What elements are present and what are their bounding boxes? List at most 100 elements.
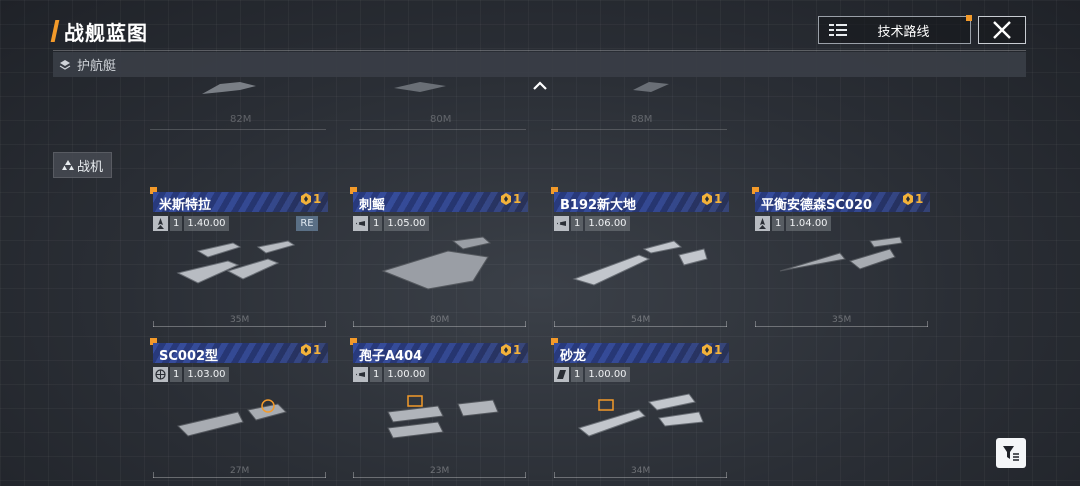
ship-count: 1 <box>500 192 521 206</box>
ship-image <box>368 382 518 454</box>
ship-blueprint-image <box>177 399 287 437</box>
blueprint-value: 1.05.00 <box>384 216 429 231</box>
frigate-remnant-1: 82M <box>150 78 326 130</box>
count-value: 1 <box>714 192 723 206</box>
blueprint-value: 1.04.00 <box>786 216 831 231</box>
count-value: 1 <box>313 343 322 357</box>
class-level: 1 <box>370 216 383 231</box>
title-divider <box>53 50 1026 51</box>
rocket-icon <box>755 216 770 231</box>
count-value: 1 <box>513 343 522 357</box>
ship-stats: 1 1.03.00 <box>153 367 229 382</box>
filter-icon <box>1003 446 1019 461</box>
ship-count: 1 <box>300 343 321 357</box>
ship-class-icon <box>554 216 569 231</box>
card-bottom-rule <box>353 321 526 327</box>
card-bottom-rule <box>153 472 326 478</box>
class-level: 1 <box>571 216 584 231</box>
ship-stats: 1 1.04.00 <box>755 216 831 231</box>
ship-length: 23M <box>430 466 450 476</box>
section-header-frigate[interactable]: 护航艇 <box>53 52 1026 77</box>
page-title: 战舰蓝图 <box>64 20 148 45</box>
ship-stats: 1 1.05.00 <box>353 216 429 231</box>
ship-name: SC002型 <box>159 349 219 364</box>
fighter-card[interactable]: 米斯特拉 1 1 1.40.00 RE 35M <box>150 187 328 327</box>
medal-icon <box>702 193 712 205</box>
tech-route-label: 技术路线 <box>877 24 930 40</box>
count-value: 1 <box>915 192 924 206</box>
re-badge: RE <box>296 216 318 231</box>
globe-icon <box>153 367 168 382</box>
ship-blueprint-image <box>572 240 708 286</box>
fighter-card[interactable]: 砂龙 1 1 1.00.00 34M <box>551 338 729 478</box>
filter-button[interactable] <box>996 438 1026 468</box>
count-value: 1 <box>313 192 322 206</box>
remnant-length: 82M <box>230 114 252 125</box>
medal-icon <box>501 344 511 356</box>
ship-length: 54M <box>631 315 651 325</box>
page-title-bar: 战舰蓝图 <box>50 16 148 46</box>
class-level: 1 <box>370 367 383 382</box>
close-button[interactable] <box>978 16 1026 44</box>
class-level: 1 <box>571 367 584 382</box>
ship-silhouette <box>202 82 256 94</box>
ship-image <box>168 382 318 454</box>
medal-icon <box>301 193 311 205</box>
ship-length: 34M <box>631 466 651 476</box>
count-value: 1 <box>513 192 522 206</box>
close-icon <box>993 21 1011 39</box>
ship-name: 砂龙 <box>560 349 587 364</box>
fighter-card[interactable]: SC002型 1 1 1.03.00 27M <box>150 338 328 478</box>
medal-icon <box>702 344 712 356</box>
notification-dot <box>966 15 972 21</box>
card-bottom-rule <box>755 321 928 327</box>
ship-count: 1 <box>902 192 923 206</box>
ship-length: 35M <box>230 315 250 325</box>
ship-blueprint-image <box>381 236 492 290</box>
ship-count: 1 <box>701 343 722 357</box>
tech-route-button[interactable]: 技术路线 <box>818 15 972 44</box>
ship-count: 1 <box>300 192 321 206</box>
ship-class-icon <box>353 367 368 382</box>
blueprint-value: 1.06.00 <box>585 216 630 231</box>
ship-name: 刺鳐 <box>359 198 386 213</box>
medal-icon <box>903 193 913 205</box>
remnant-length: 88M <box>631 114 653 125</box>
fighter-card[interactable]: 刺鳐 1 1 1.05.00 80M <box>350 187 528 327</box>
ship-blueprint-image <box>577 393 704 437</box>
blueprint-value: 1.03.00 <box>184 367 229 382</box>
ship-count: 1 <box>500 343 521 357</box>
fighter-group-icon <box>61 159 74 170</box>
ship-image <box>569 231 719 303</box>
chevron-up-icon[interactable] <box>531 80 549 92</box>
frigate-remnant-2: 80M <box>350 78 526 130</box>
ship-image <box>770 231 920 303</box>
card-bottom-rule <box>353 472 526 478</box>
layers-icon <box>59 59 71 70</box>
title-accent-bar <box>50 20 60 42</box>
section-label-frigate: 护航艇 <box>77 59 117 74</box>
ship-silhouette <box>394 82 446 92</box>
ship-silhouette <box>633 82 669 92</box>
ship-name: B192新大地 <box>560 198 637 213</box>
remnant-length: 80M <box>430 114 452 125</box>
blueprint-value: 1.00.00 <box>384 367 429 382</box>
class-level: 1 <box>772 216 785 231</box>
ship-count: 1 <box>701 192 722 206</box>
frigate-remnant-3: 88M <box>551 78 727 130</box>
card-bottom-rule <box>554 472 727 478</box>
ship-image <box>569 382 719 454</box>
ship-name: 米斯特拉 <box>159 198 212 213</box>
fighter-label-text: 战机 <box>76 159 103 175</box>
fighter-card[interactable]: B192新大地 1 1 1.06.00 54M <box>551 187 729 327</box>
fighter-card[interactable]: 平衡安德森SC020 1 1 1.04.00 35M <box>752 187 930 327</box>
card-bottom-rule <box>554 321 727 327</box>
rocket-icon <box>153 216 168 231</box>
ship-length: 35M <box>832 315 852 325</box>
medal-icon <box>501 193 511 205</box>
section-label-fighter[interactable]: 战机 <box>53 152 112 178</box>
ship-image <box>168 231 318 303</box>
fighter-card[interactable]: 孢子A404 1 1 1.00.00 23M <box>350 338 528 478</box>
ship-blueprint-image <box>387 395 499 439</box>
ship-length: 27M <box>230 466 250 476</box>
